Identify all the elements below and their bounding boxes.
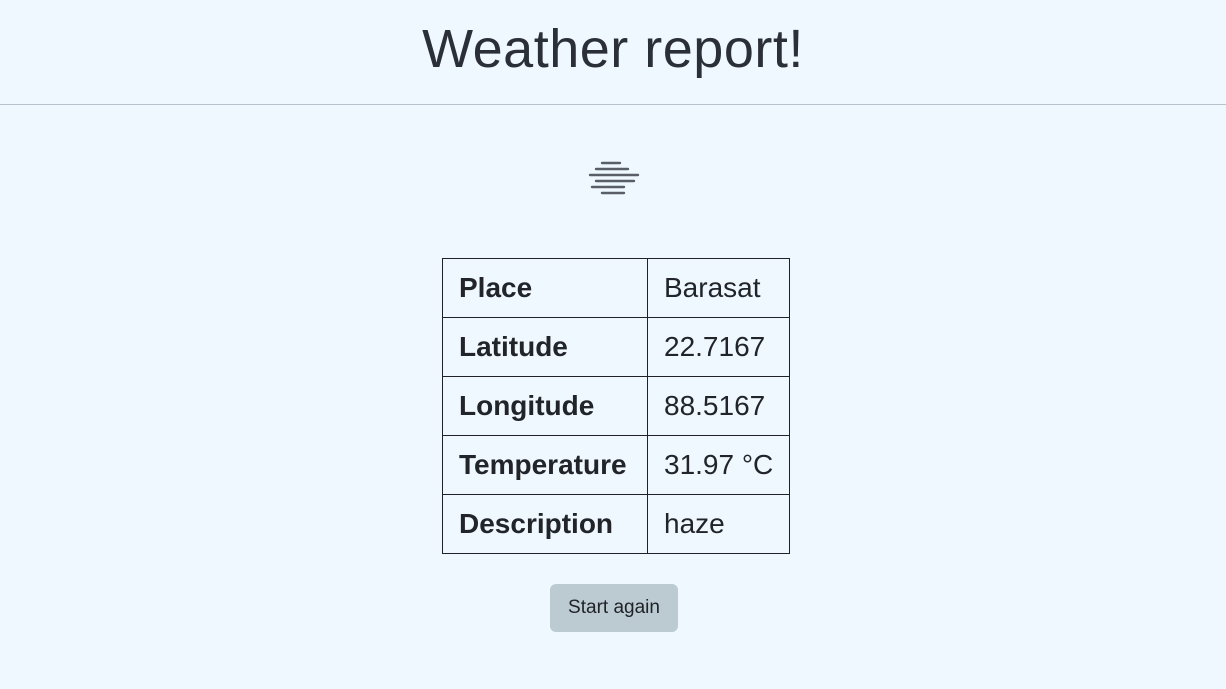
table-row: Place Barasat bbox=[442, 258, 791, 318]
latitude-value: 22.7167 bbox=[646, 317, 791, 377]
start-again-button[interactable]: Start again bbox=[550, 584, 678, 632]
table-row: Longitude 88.5167 bbox=[442, 376, 791, 436]
place-label: Place bbox=[442, 258, 648, 318]
page-title: Weather report! bbox=[422, 19, 804, 79]
weather-table: Place Barasat Latitude 22.7167 Longitude… bbox=[442, 258, 791, 554]
place-value: Barasat bbox=[646, 258, 791, 318]
description-label: Description bbox=[442, 494, 648, 554]
haze-icon bbox=[588, 158, 642, 198]
longitude-value: 88.5167 bbox=[646, 376, 791, 436]
table-row: Temperature 31.97 °C bbox=[442, 435, 791, 495]
temperature-value: 31.97 °C bbox=[646, 435, 791, 495]
latitude-label: Latitude bbox=[442, 317, 648, 377]
longitude-label: Longitude bbox=[442, 376, 648, 436]
table-row: Description haze bbox=[442, 494, 791, 554]
temperature-label: Temperature bbox=[442, 435, 648, 495]
page-header: Weather report! bbox=[0, 0, 1226, 105]
table-row: Latitude 22.7167 bbox=[442, 317, 791, 377]
description-value: haze bbox=[646, 494, 791, 554]
